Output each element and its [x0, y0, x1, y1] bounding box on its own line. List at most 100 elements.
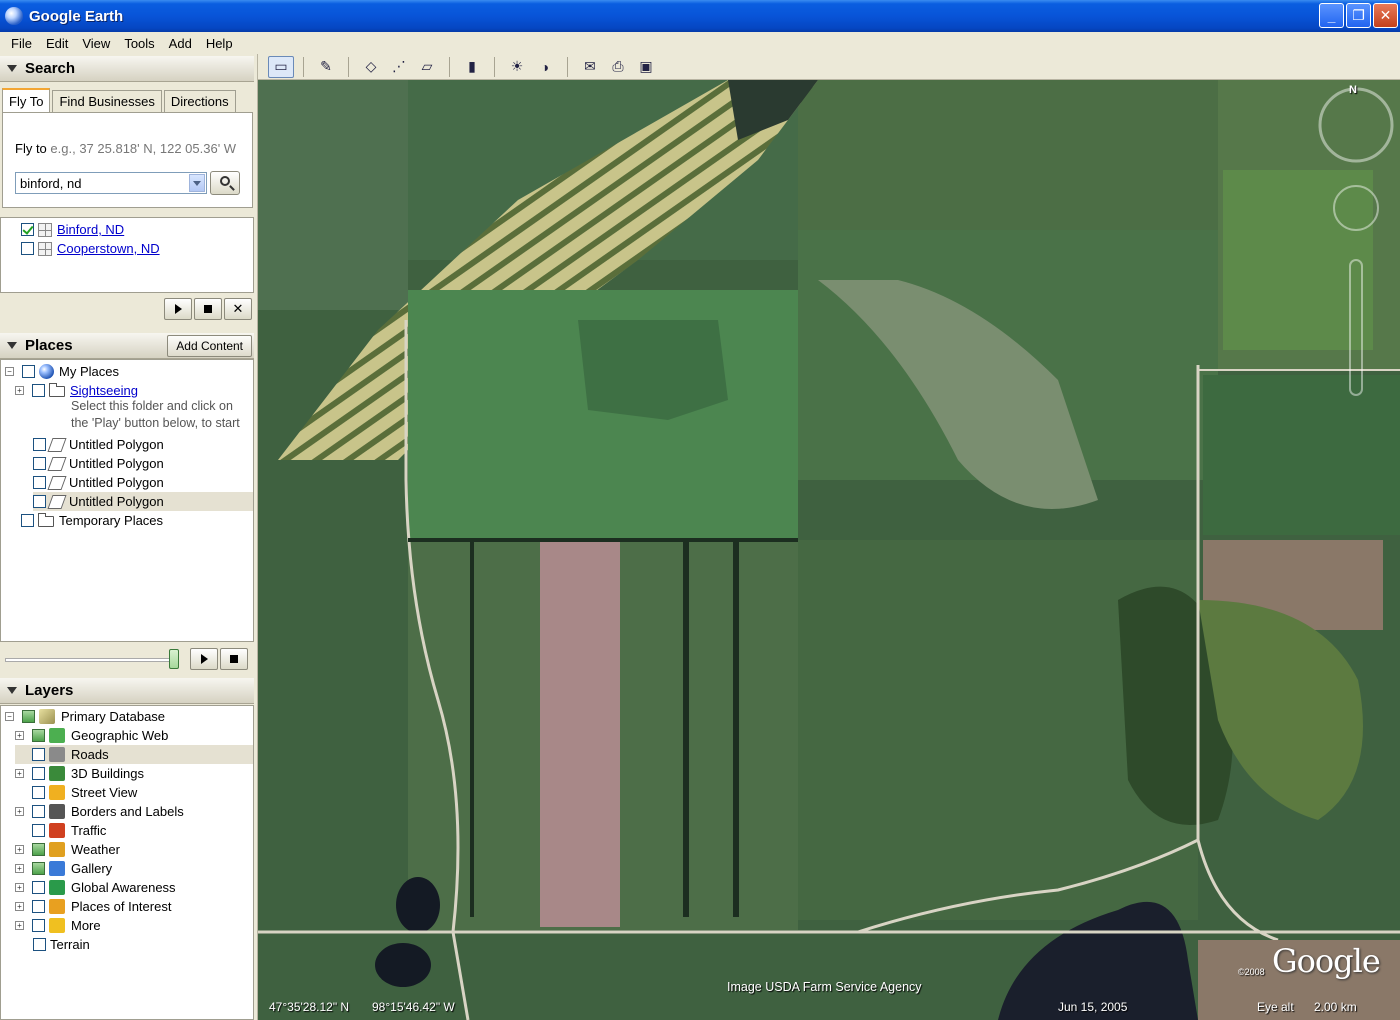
dropdown-arrow-icon[interactable]	[189, 174, 205, 192]
expand-icon[interactable]: +	[15, 386, 24, 395]
layer-terrain[interactable]: Terrain	[33, 935, 90, 954]
result-checkbox[interactable]	[21, 242, 34, 255]
email-icon[interactable]: ✉	[577, 56, 603, 78]
add-path-icon[interactable]: ⋰	[386, 56, 412, 78]
tree-checkbox[interactable]	[33, 476, 46, 489]
maximize-button[interactable]: ❐	[1346, 3, 1371, 28]
layer-checkbox[interactable]	[32, 729, 45, 742]
tab-find-businesses[interactable]: Find Businesses	[52, 90, 162, 112]
result-item[interactable]: Binford, ND	[21, 220, 124, 239]
google-earth-app-icon	[5, 7, 23, 25]
layer-item[interactable]: + Geographic Web	[15, 726, 168, 745]
layer-item[interactable]: + Places of Interest	[15, 897, 171, 916]
menu-edit[interactable]: Edit	[39, 36, 75, 51]
places-section-header[interactable]: Places Add Content	[0, 333, 254, 359]
add-placemark-icon[interactable]: ✎	[313, 56, 339, 78]
tab-directions[interactable]: Directions	[163, 90, 236, 112]
layer-checkbox[interactable]	[33, 938, 46, 951]
layer-checkbox[interactable]	[32, 805, 45, 818]
layers-section-header[interactable]: Layers	[0, 678, 254, 704]
ruler-icon[interactable]: ▮	[459, 56, 485, 78]
layer-checkbox[interactable]	[32, 919, 45, 932]
layer-checkbox[interactable]	[32, 900, 45, 913]
menu-view[interactable]: View	[75, 36, 117, 51]
layer-checkbox[interactable]	[32, 824, 45, 837]
menu-tools[interactable]: Tools	[117, 36, 161, 51]
collapse-icon[interactable]: −	[5, 367, 14, 376]
tree-checkbox[interactable]	[33, 457, 46, 470]
print-icon[interactable]: ⎙	[605, 56, 631, 78]
add-content-button[interactable]: Add Content	[167, 335, 252, 357]
sightseeing-link[interactable]: Sightseeing	[70, 383, 138, 398]
layer-checkbox[interactable]	[32, 843, 45, 856]
layer-item[interactable]: +Traffic	[15, 821, 106, 840]
close-button[interactable]: ✕	[1373, 3, 1398, 28]
layer-checkbox[interactable]	[32, 786, 45, 799]
layer-label: Traffic	[71, 823, 107, 838]
tour-speed-slider-track[interactable]	[5, 658, 175, 662]
expand-icon[interactable]: +	[15, 769, 24, 778]
expand-icon[interactable]: +	[15, 845, 24, 854]
menu-add[interactable]: Add	[162, 36, 199, 51]
layer-item[interactable]: + Global Awareness	[15, 878, 176, 897]
sidebar-toggle-icon[interactable]: ▭	[268, 55, 294, 78]
collapse-icon[interactable]: −	[5, 712, 14, 721]
tab-fly-to[interactable]: Fly To	[2, 88, 51, 112]
layer-checkbox[interactable]	[32, 767, 45, 780]
menu-help[interactable]: Help	[199, 36, 240, 51]
tree-checkbox[interactable]	[32, 384, 45, 397]
fly-to-input[interactable]: binford, nd	[15, 172, 207, 194]
maps-view-icon[interactable]: ▣	[633, 56, 659, 78]
layer-checkbox[interactable]	[32, 748, 45, 761]
earth-3d-view[interactable]: N Image USDA Farm Service Agency ©2008 G…	[258, 80, 1400, 1020]
play-tour-button[interactable]	[190, 648, 218, 670]
search-section-header[interactable]: Search	[0, 56, 254, 82]
tree-item-polygon[interactable]: Untitled Polygon	[33, 454, 164, 473]
expand-icon[interactable]: +	[15, 731, 24, 740]
minimize-button[interactable]: _	[1319, 3, 1344, 28]
tour-speed-slider-handle[interactable]	[169, 649, 179, 669]
tree-checkbox[interactable]	[33, 438, 46, 451]
tree-checkbox[interactable]	[33, 495, 46, 508]
layer-checkbox[interactable]	[32, 881, 45, 894]
sky-planet-icon[interactable]: ◑	[532, 56, 558, 78]
result-item[interactable]: Cooperstown, ND	[21, 239, 160, 258]
layer-checkbox[interactable]	[32, 862, 45, 875]
result-link-binford[interactable]: Binford, ND	[57, 222, 124, 237]
layer-item[interactable]: + Weather	[15, 840, 120, 859]
result-checkbox[interactable]	[21, 223, 34, 236]
result-link-cooperstown[interactable]: Cooperstown, ND	[57, 241, 160, 256]
expand-icon[interactable]: +	[15, 902, 24, 911]
search-button[interactable]	[210, 171, 240, 195]
folder-icon	[38, 513, 54, 527]
tree-item-temporary-places[interactable]: Temporary Places	[21, 511, 163, 530]
menu-file[interactable]: File	[4, 36, 39, 51]
clear-results-button[interactable]: ✕	[224, 298, 252, 320]
layer-checkbox[interactable]	[22, 710, 35, 723]
layer-item[interactable]: + Borders and Labels	[15, 802, 184, 821]
tree-checkbox[interactable]	[21, 514, 34, 527]
add-overlay-icon[interactable]: ▱	[414, 56, 440, 78]
tree-item-polygon[interactable]: Untitled Polygon	[33, 473, 164, 492]
play-button[interactable]	[164, 298, 192, 320]
stop-tour-button[interactable]	[220, 648, 248, 670]
stop-icon	[204, 305, 212, 313]
tree-checkbox[interactable]	[22, 365, 35, 378]
tree-item-polygon[interactable]: Untitled Polygon	[33, 435, 164, 454]
layer-item[interactable]: + Gallery	[15, 859, 112, 878]
tree-item-polygon-selected[interactable]: Untitled Polygon	[33, 492, 253, 511]
expand-icon[interactable]: +	[15, 807, 24, 816]
expand-icon[interactable]: +	[15, 921, 24, 930]
layer-item[interactable]: +Street View	[15, 783, 137, 802]
add-polygon-icon[interactable]: ◇	[358, 56, 384, 78]
expand-icon[interactable]: +	[15, 883, 24, 892]
layer-primary-database[interactable]: − Primary Database	[5, 707, 165, 726]
layer-item[interactable]: +Roads	[15, 745, 253, 764]
tree-item-my-places[interactable]: − My Places	[5, 362, 119, 381]
layer-item[interactable]: +3D Buildings	[15, 764, 144, 783]
layer-item[interactable]: + More	[15, 916, 101, 935]
expand-icon[interactable]: +	[15, 864, 24, 873]
sunlight-icon[interactable]: ☀	[504, 56, 530, 78]
satellite-imagery[interactable]	[258, 80, 1400, 1020]
stop-button[interactable]	[194, 298, 222, 320]
